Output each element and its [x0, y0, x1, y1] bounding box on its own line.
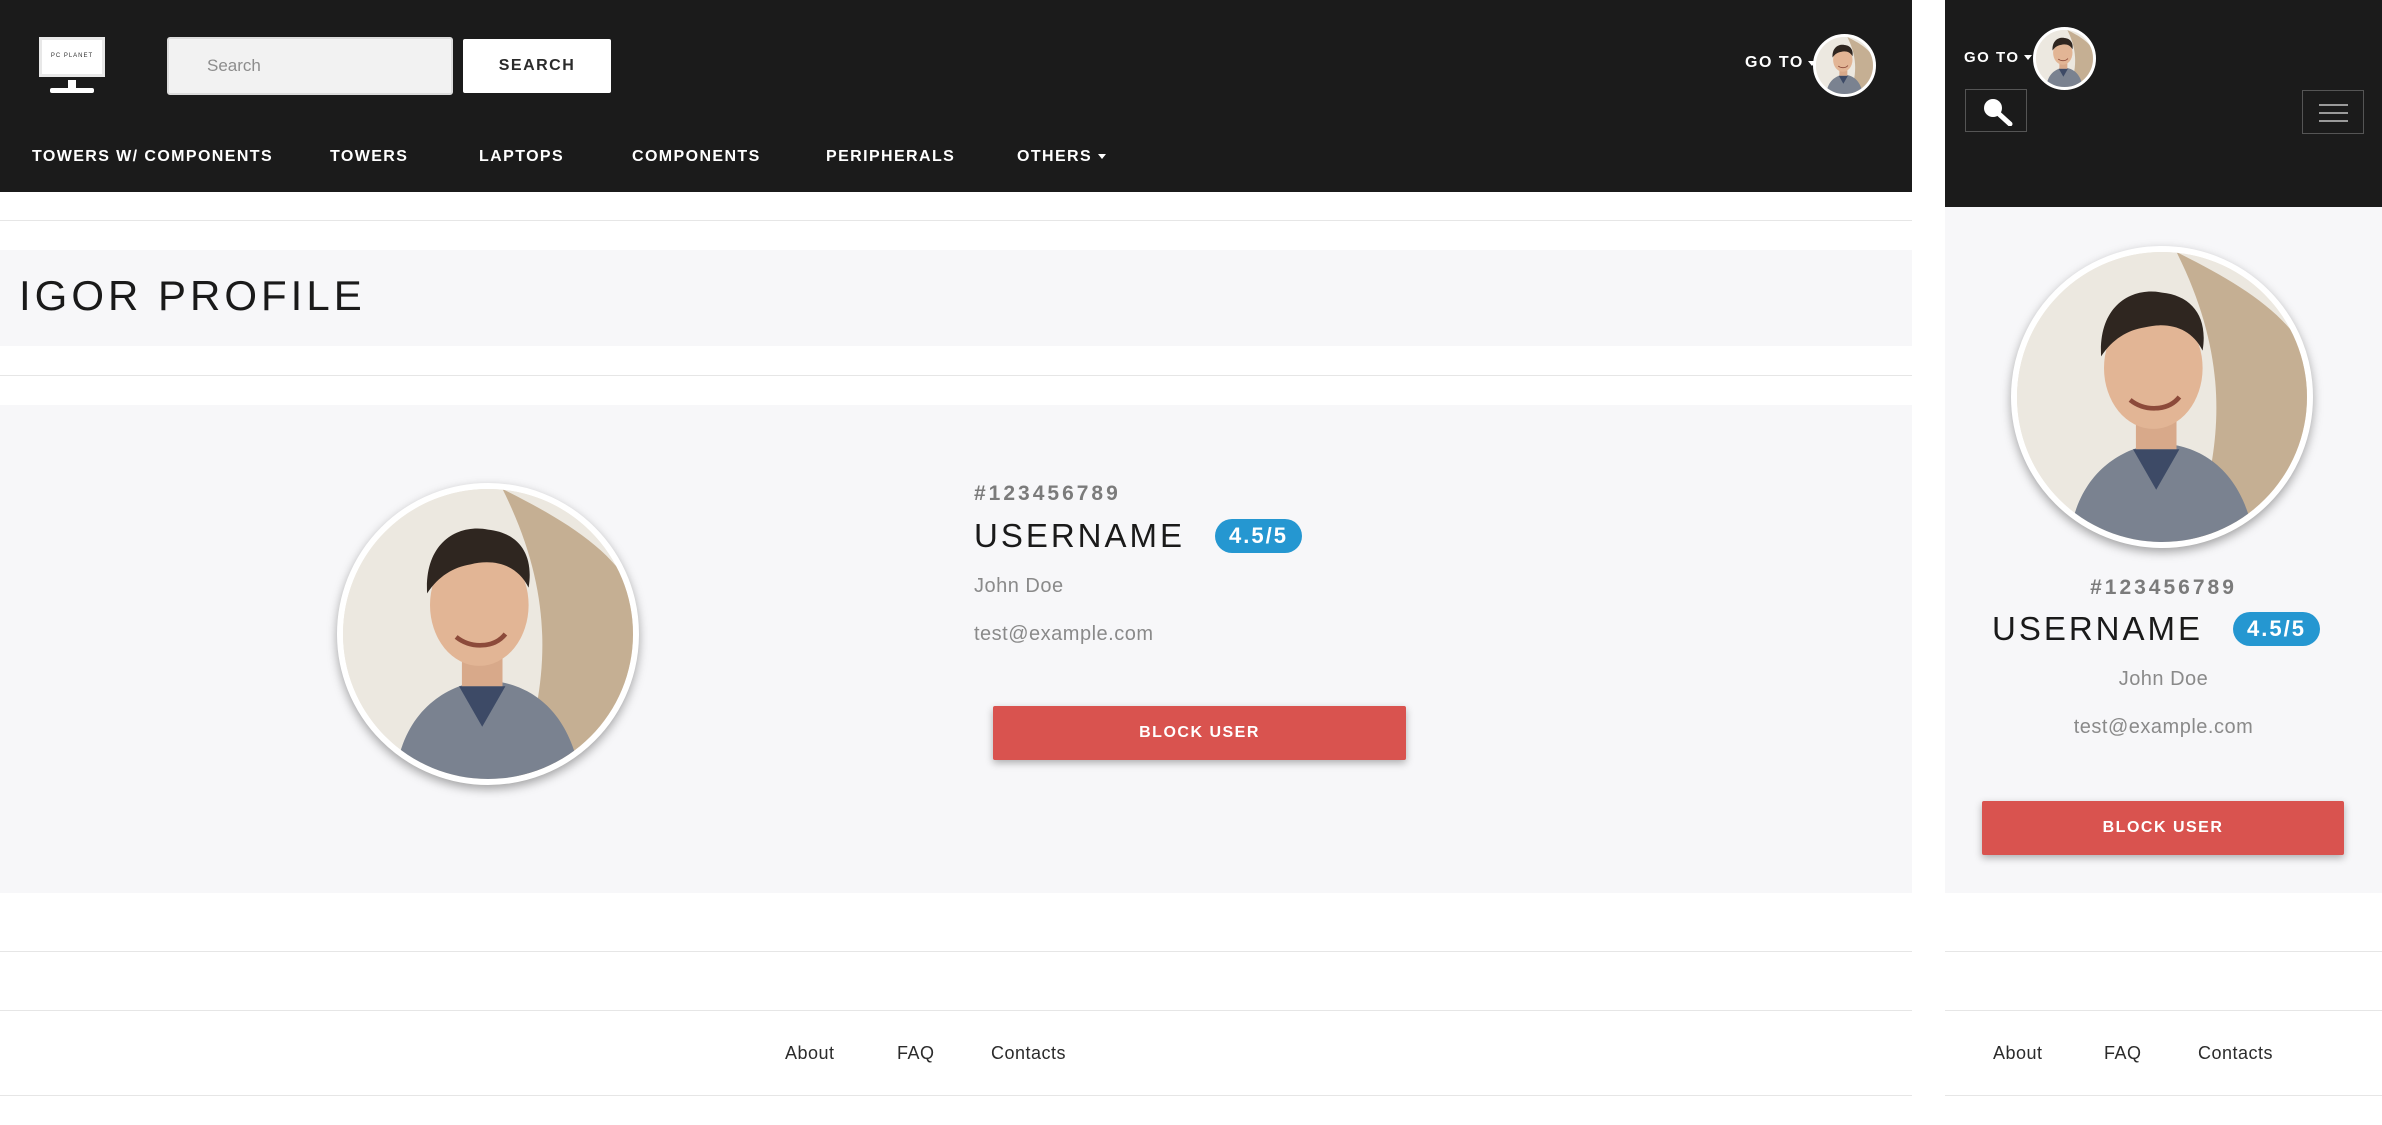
nav-towers[interactable]: TOWERS	[330, 148, 408, 166]
page-title: IGOR PROFILE	[19, 272, 366, 319]
username-row: USERNAME 4.5/5	[1992, 610, 2320, 648]
nav-components[interactable]: COMPONENTS	[632, 148, 761, 166]
site-logo[interactable]: PC PLANET	[36, 34, 108, 96]
user-avatar[interactable]	[1813, 34, 1876, 97]
nav-laptops[interactable]: LAPTOPS	[479, 148, 564, 166]
mobile-header: GO TO	[1945, 0, 2382, 207]
mobile-profile-card: #123456789 USERNAME 4.5/5 John Doe test@…	[1945, 207, 2382, 893]
footer-link-about[interactable]: About	[1993, 1043, 2043, 1064]
goto-label: GO TO	[1964, 49, 2020, 66]
goto-dropdown[interactable]: GO TO	[1745, 54, 1816, 72]
avatar-photo	[2036, 30, 2093, 87]
hamburger-line	[2319, 112, 2348, 114]
footer-link-about[interactable]: About	[785, 1043, 835, 1064]
block-user-button[interactable]: BLOCK USER	[1982, 801, 2344, 855]
user-avatar[interactable]	[2033, 27, 2096, 90]
footer-link-faq[interactable]: FAQ	[2104, 1043, 2142, 1064]
avatar-photo	[1816, 37, 1873, 94]
search-toggle-button[interactable]	[1965, 89, 2027, 132]
divider	[1945, 951, 2382, 952]
hamburger-menu-icon	[2319, 104, 2348, 106]
user-id: #123456789	[974, 482, 1121, 505]
nav-label: TOWERS	[330, 148, 409, 165]
caret-down-icon	[1098, 154, 1107, 160]
nav-label: COMPONENTS	[632, 148, 761, 165]
divider	[0, 1095, 1912, 1096]
block-user-button[interactable]: BLOCK USER	[993, 706, 1406, 760]
user-id: #123456789	[2090, 576, 2237, 599]
hamburger-menu-button[interactable]	[2302, 90, 2364, 134]
magnifier-icon	[1984, 99, 2013, 126]
hamburger-line	[2319, 120, 2348, 122]
profile-avatar	[2011, 246, 2313, 548]
divider	[1945, 1010, 2382, 1011]
profile-card: #123456789 USERNAME 4.5/5 John Doe test@…	[0, 405, 1912, 893]
rating-badge: 4.5/5	[2233, 612, 2320, 646]
divider	[0, 220, 1912, 221]
goto-label: GO TO	[1745, 54, 1804, 71]
title-band: IGOR PROFILE	[0, 250, 1912, 346]
nav-label: OTHERS	[1017, 148, 1093, 165]
email: test@example.com	[2073, 716, 2254, 738]
username-row: USERNAME 4.5/5	[974, 517, 1302, 555]
caret-down-icon	[2023, 55, 2032, 60]
search-button[interactable]: SEARCH	[463, 39, 611, 93]
nav-towers-with-components[interactable]: TOWERS W/ COMPONENTS	[32, 148, 273, 166]
divider	[0, 951, 1912, 952]
avatar-photo	[2017, 252, 2307, 542]
username: USERNAME	[1992, 610, 2204, 647]
nav-label: TOWERS W/ COMPONENTS	[32, 148, 274, 165]
footer-link-contacts[interactable]: Contacts	[991, 1043, 1066, 1064]
nav-label: PERIPHERALS	[826, 148, 956, 165]
nav-others-dropdown[interactable]: OTHERS	[1017, 148, 1107, 166]
avatar-photo	[343, 489, 633, 779]
monitor-icon: PC PLANET	[39, 37, 105, 77]
divider	[0, 375, 1912, 376]
divider	[0, 1010, 1912, 1011]
divider	[1945, 1095, 2382, 1096]
monitor-stand	[68, 80, 76, 88]
desktop-view: PC PLANET SEARCH GO TO TOWERS W/ COMPONE…	[0, 0, 1912, 1125]
monitor-base	[50, 88, 94, 93]
full-name: John Doe	[974, 575, 1064, 597]
nav-peripherals[interactable]: PERIPHERALS	[826, 148, 955, 166]
footer-link-contacts[interactable]: Contacts	[2198, 1043, 2273, 1064]
rating-badge: 4.5/5	[1215, 519, 1302, 553]
search-input[interactable]	[167, 37, 453, 95]
site-header: PC PLANET SEARCH GO TO TOWERS W/ COMPONE…	[0, 0, 1912, 192]
nav-label: LAPTOPS	[479, 148, 565, 165]
username: USERNAME	[974, 517, 1186, 554]
email: test@example.com	[974, 623, 1154, 645]
goto-dropdown[interactable]: GO TO	[1964, 49, 2032, 66]
footer-link-faq[interactable]: FAQ	[897, 1043, 935, 1064]
logo-text: PC PLANET	[50, 53, 94, 59]
full-name: John Doe	[2118, 668, 2209, 690]
profile-avatar	[337, 483, 639, 785]
mobile-view: GO TO #123456789 USERNAME 4.5/5 John Doe…	[1945, 0, 2382, 1125]
